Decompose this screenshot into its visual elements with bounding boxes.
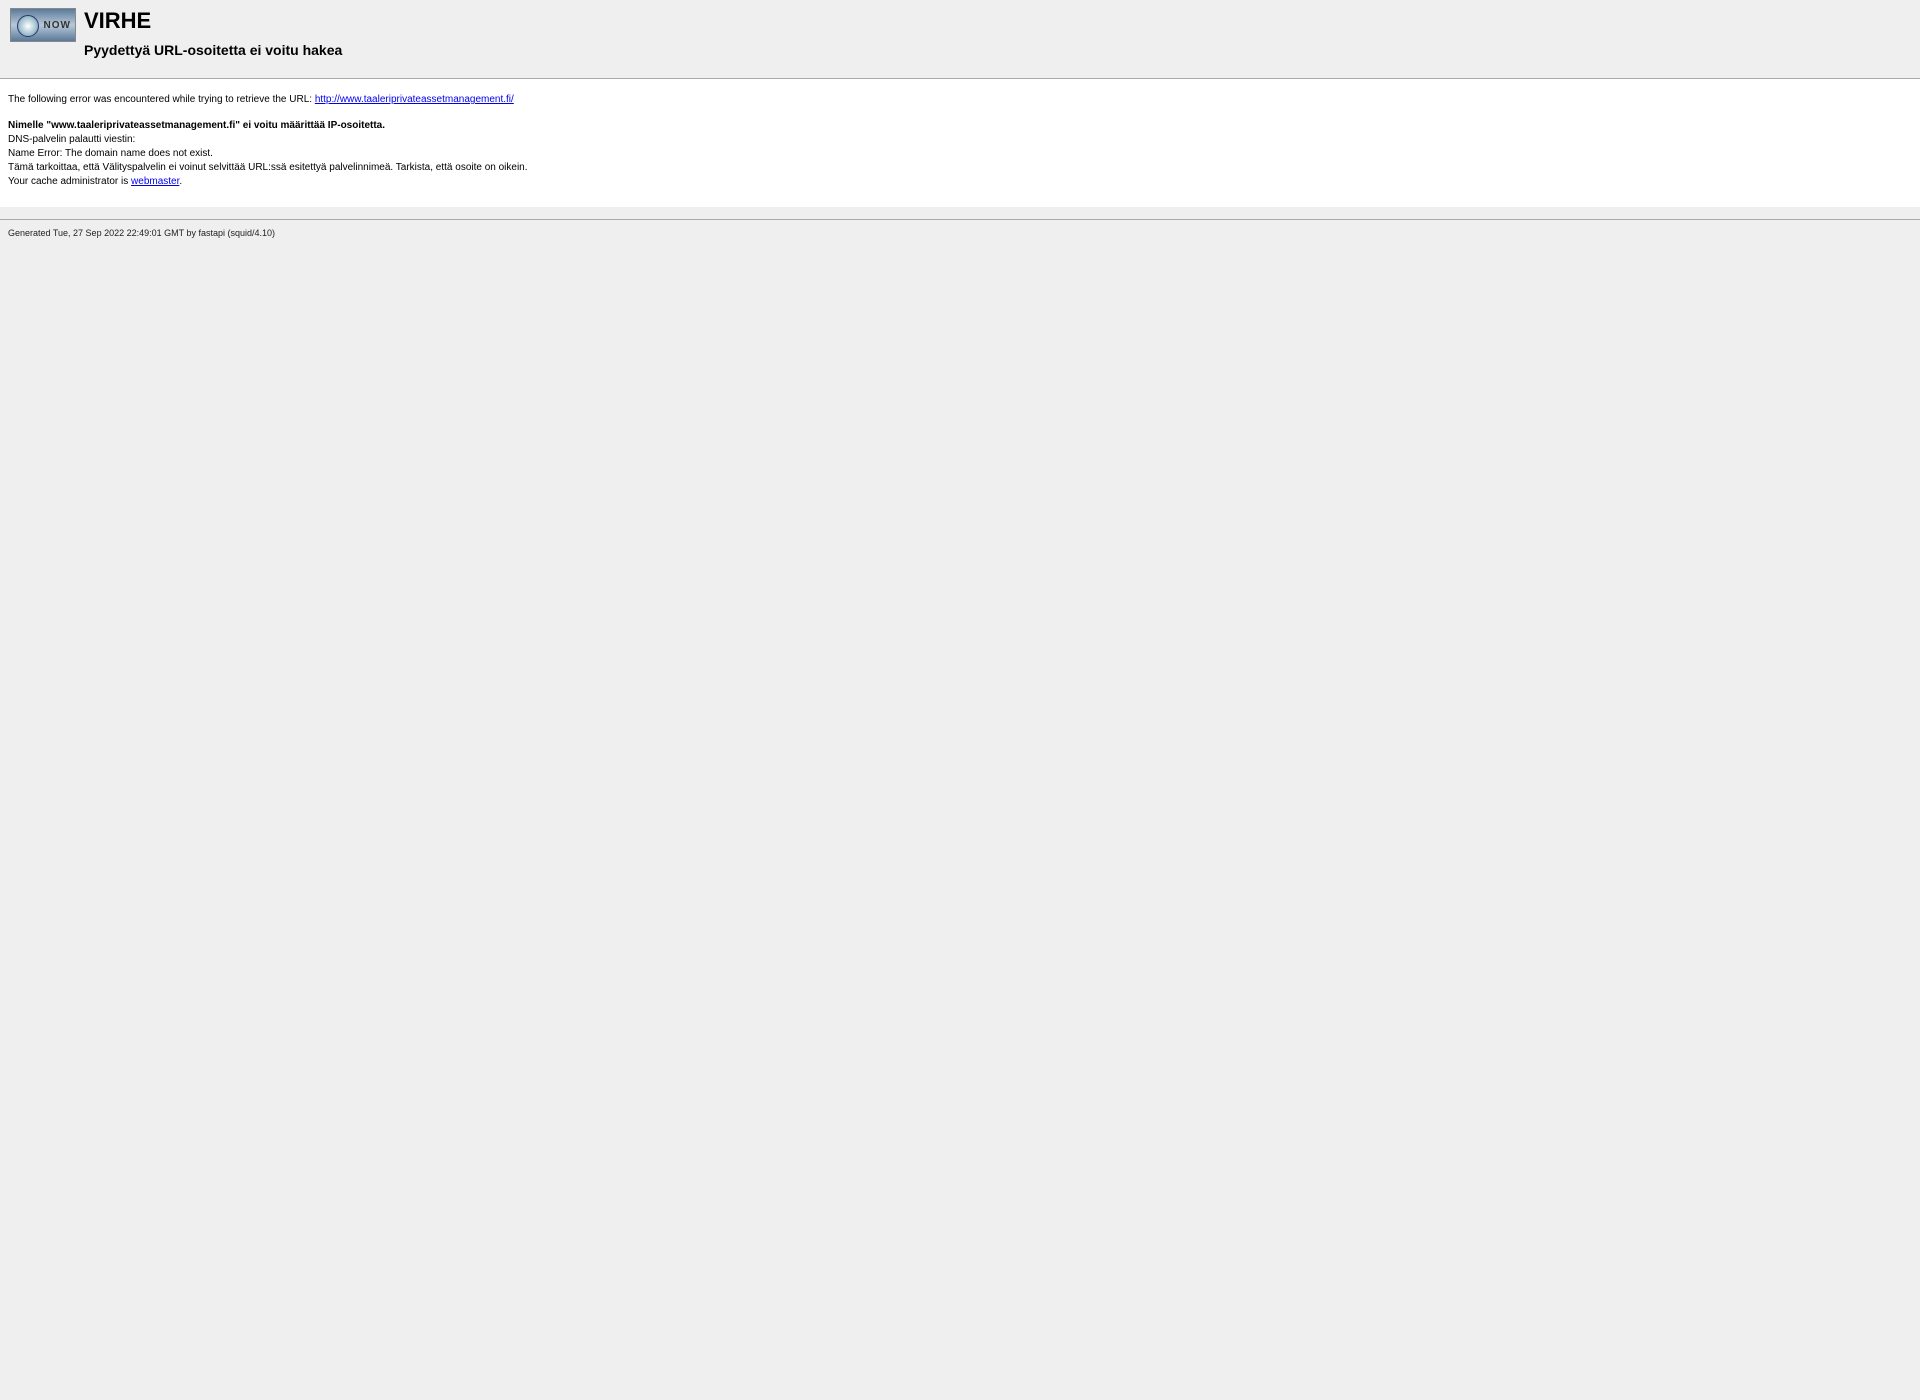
error-content: The following error was encountered whil… [0,79,1920,207]
error-title: VIRHE [84,8,342,34]
header-text-block: VIRHE Pyydettyä URL-osoitetta ei voitu h… [84,8,342,58]
error-intro-line: The following error was encountered whil… [8,93,1912,107]
dns-name-error: Name Error: The domain name does not exi… [8,147,1912,161]
failed-url-link[interactable]: http://www.taaleriprivateassetmanagement… [315,94,514,105]
admin-prefix: Your cache administrator is [8,176,131,187]
webmaster-link[interactable]: webmaster [131,176,179,187]
error-explanation: Tämä tarkoittaa, että Välityspalvelin ei… [8,161,1912,175]
dns-return-label: DNS-palvelin palautti viestin: [8,133,1912,147]
dns-error-message: Nimelle "www.taaleriprivateassetmanageme… [8,119,1912,133]
admin-contact-line: Your cache administrator is webmaster. [8,175,1912,189]
squid-logo: NOW [10,8,76,42]
page-header: NOW VIRHE Pyydettyä URL-osoitetta ei voi… [0,0,1920,66]
error-subtitle: Pyydettyä URL-osoitetta ei voitu hakea [84,42,342,58]
error-prefix: The following error was encountered whil… [8,94,315,105]
admin-suffix: . [179,176,182,187]
logo-text: NOW [44,20,71,31]
generated-timestamp: Generated Tue, 27 Sep 2022 22:49:01 GMT … [8,228,275,238]
page-footer: Generated Tue, 27 Sep 2022 22:49:01 GMT … [0,220,1920,246]
